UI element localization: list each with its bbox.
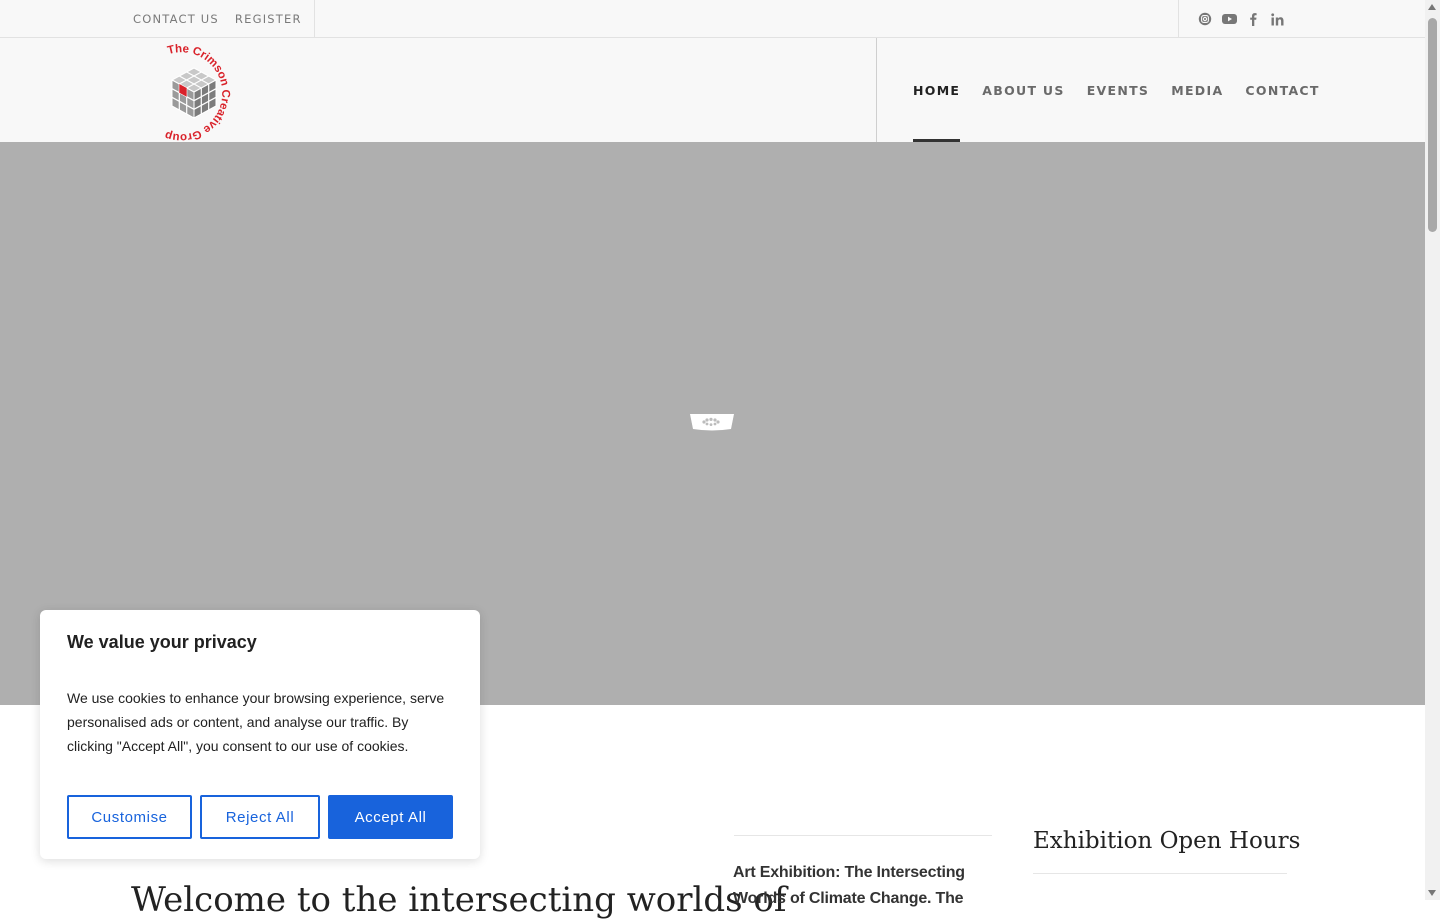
divider — [734, 835, 992, 836]
post-title-link[interactable]: Art Exhibition: The Intersecting Worlds … — [733, 860, 978, 912]
cookie-title: We value your privacy — [67, 632, 257, 652]
customise-button[interactable]: Customise — [67, 795, 192, 839]
divider — [1178, 0, 1179, 37]
scroll-up-arrow-icon[interactable] — [1428, 4, 1436, 10]
main-nav: HOME ABOUT US EVENTS MEDIA CONTACT — [913, 38, 1320, 142]
reject-all-button[interactable]: Reject All — [200, 795, 320, 839]
register-link[interactable]: REGISTER — [235, 12, 302, 26]
instagram-icon[interactable] — [1197, 11, 1213, 27]
scrollbar-thumb[interactable] — [1428, 18, 1437, 232]
nav-item-media[interactable]: MEDIA — [1171, 38, 1223, 142]
cookie-body: We use cookies to enhance your browsing … — [67, 690, 445, 754]
nav-item-contact[interactable]: CONTACT — [1245, 38, 1319, 142]
divider — [314, 0, 315, 37]
facebook-icon[interactable] — [1245, 11, 1261, 27]
crimson-creative-group-logo[interactable]: The Crimson Creative Group — [150, 40, 242, 143]
top-bar: CONTACT US REGISTER — [0, 0, 1425, 38]
cookie-buttons: Customise Reject All Accept All — [67, 795, 453, 839]
divider — [1033, 873, 1287, 874]
accept-all-button[interactable]: Accept All — [328, 795, 453, 839]
scroll-down-arrow-icon[interactable] — [1428, 890, 1436, 896]
welcome-heading: Welcome to the intersecting worlds of — [131, 880, 787, 920]
cookie-consent-banner: We value your privacy We use cookies to … — [40, 610, 480, 859]
nav-item-home[interactable]: HOME — [913, 38, 961, 142]
social-links — [1197, 11, 1285, 27]
nav-item-about-us[interactable]: ABOUT US — [982, 38, 1064, 142]
contact-us-link[interactable]: CONTACT US — [133, 12, 219, 26]
loading-spinner-icon — [689, 412, 735, 432]
header-divider — [876, 38, 877, 142]
main-header: The Crimson Creative Group HOME ABOUT US… — [0, 38, 1425, 143]
open-hours-heading: Exhibition Open Hours — [1033, 828, 1301, 854]
nav-item-events[interactable]: EVENTS — [1087, 38, 1150, 142]
top-links: CONTACT US REGISTER — [133, 0, 302, 37]
youtube-icon[interactable] — [1221, 11, 1237, 27]
linkedin-icon[interactable] — [1269, 11, 1285, 27]
page-scrollbar[interactable] — [1425, 0, 1440, 900]
